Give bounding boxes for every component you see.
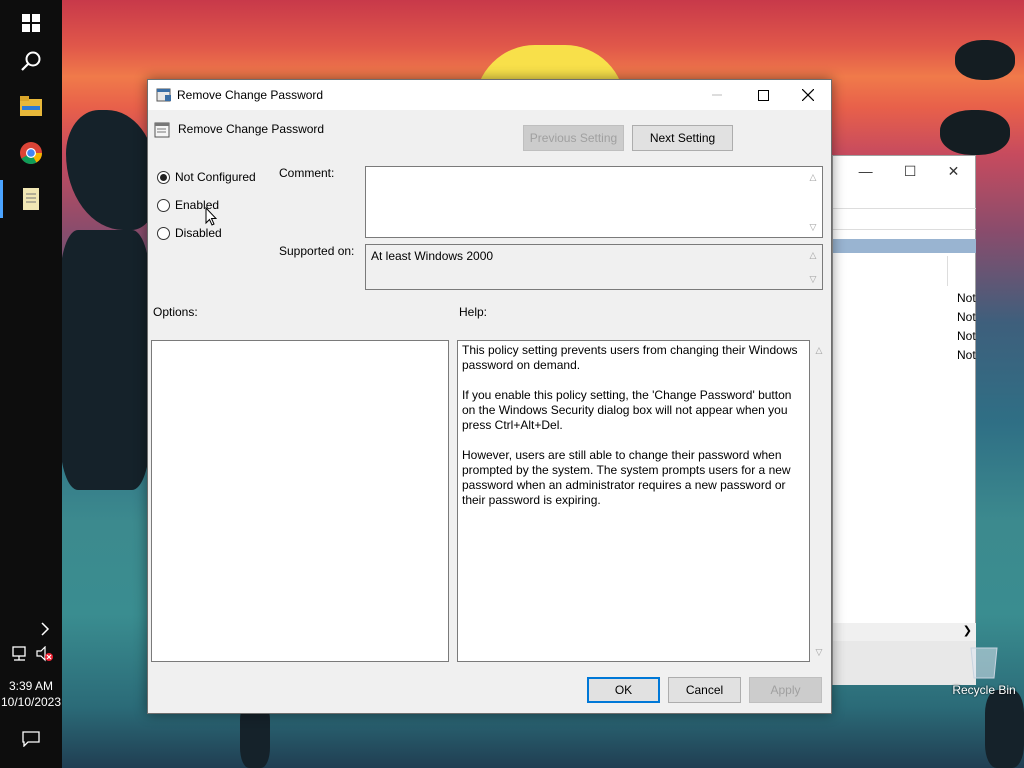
list-item[interactable]: Not [957,329,976,343]
column-divider [947,256,948,286]
chevron-right-icon [41,622,50,636]
cancel-button[interactable]: Cancel [668,677,741,703]
disabled-label: Disabled [175,226,222,240]
help-paragraph: If you enable this policy setting, the '… [462,388,792,432]
close-button[interactable] [785,80,831,110]
help-scrollbar[interactable]: △ ▽ [811,340,828,662]
maximize-icon [757,89,769,101]
background-window[interactable]: — ☐ ✕ Not Not Not Not ❯ [832,155,976,685]
recycle-bin-label: Recycle Bin [952,683,1016,697]
scroll-right-icon[interactable]: ❯ [963,624,972,637]
action-center-button[interactable] [0,716,62,762]
scroll-down-icon[interactable]: ▽ [809,275,817,284]
supported-on-field[interactable]: At least Windows 2000 △ ▽ [365,244,823,290]
dialog-titlebar[interactable]: Remove Change Password [148,80,831,110]
supported-on-value: At least Windows 2000 [371,249,494,263]
file-explorer-icon [20,96,42,116]
minimize-icon[interactable]: — [859,163,873,179]
previous-setting-button[interactable]: Previous Setting [523,125,624,151]
radio-indicator [157,170,170,184]
comment-textarea[interactable]: △ ▽ [365,166,823,238]
wallpaper-helicopter [955,40,1015,80]
policy-name: Remove Change Password [178,122,325,136]
help-paragraph: This policy setting prevents users from … [462,343,798,372]
recycle-bin-shortcut[interactable]: Recycle Bin [948,640,1020,697]
help-text: This policy setting prevents users from … [462,343,802,523]
windows-start-icon [22,14,40,32]
background-window-toolbar [833,208,976,230]
supported-scrollbar[interactable]: △ ▽ [805,245,822,289]
wallpaper-palm [66,110,156,230]
notepad-button[interactable] [0,176,62,222]
network-icon[interactable] [12,646,30,665]
scroll-up-icon[interactable]: △ [809,251,817,260]
wallpaper-figure [985,690,1024,768]
help-pane[interactable]: This policy setting prevents users from … [457,340,810,662]
scroll-up-icon[interactable]: △ [815,346,823,355]
apply-button[interactable]: Apply [749,677,822,703]
options-pane[interactable] [151,340,449,662]
policy-setting-icon [154,122,170,138]
wallpaper-foliage [60,230,150,490]
next-setting-button[interactable]: Next Setting [632,125,733,151]
supported-on-label: Supported on: [279,244,355,258]
maximize-icon[interactable]: ☐ [904,163,917,180]
scroll-up-icon[interactable]: △ [809,173,817,182]
close-icon [802,89,814,101]
show-hidden-icons-button[interactable] [0,607,62,651]
volume-muted-icon[interactable] [36,645,54,665]
ok-button[interactable]: OK [587,677,660,703]
wallpaper-helicopter [940,110,1010,155]
mouse-cursor-icon [205,207,217,226]
not-configured-label: Not Configured [175,170,256,184]
radio-indicator [157,226,170,240]
list-item[interactable]: Not [957,291,976,305]
comment-label: Comment: [279,166,335,180]
action-center-icon [22,731,40,747]
chrome-button[interactable] [0,130,62,176]
taskbar-clock[interactable]: 3:39 AM 10/10/2023 [0,678,62,710]
horizontal-scrollbar[interactable]: ❯ [833,623,976,641]
clock-date: 10/10/2023 [0,695,62,709]
file-explorer-button[interactable] [0,83,62,129]
not-configured-radio[interactable]: Not Configured [157,170,256,184]
background-window-caption: — ☐ ✕ [833,156,975,186]
disabled-radio[interactable]: Disabled [157,226,222,240]
help-paragraph: However, users are still able to change … [462,448,791,507]
close-icon[interactable]: ✕ [948,163,960,180]
radio-indicator [157,198,170,212]
search-icon [21,51,41,71]
clock-time: 3:39 AM [8,679,54,693]
list-item[interactable]: Not [957,348,976,362]
background-window-selected-row [833,239,976,253]
dialog-title: Remove Change Password [177,88,324,102]
scroll-down-icon[interactable]: ▽ [815,648,823,657]
minimize-button[interactable] [694,80,740,110]
policy-app-icon [156,88,171,102]
policy-dialog: Remove Change Password Remove Change Pas… [147,79,832,714]
options-label: Options: [153,305,198,319]
list-item[interactable]: Not [957,310,976,324]
scroll-down-icon[interactable]: ▽ [809,223,817,232]
taskbar: 3:39 AM 10/10/2023 [0,0,62,768]
chrome-icon [20,142,42,164]
recycle-bin-icon [970,647,998,679]
minimize-icon [712,94,722,96]
comment-scrollbar[interactable]: △ ▽ [805,167,822,237]
help-label: Help: [459,305,488,319]
notepad-icon [23,188,39,210]
search-button[interactable] [0,38,62,84]
maximize-button[interactable] [740,80,786,110]
